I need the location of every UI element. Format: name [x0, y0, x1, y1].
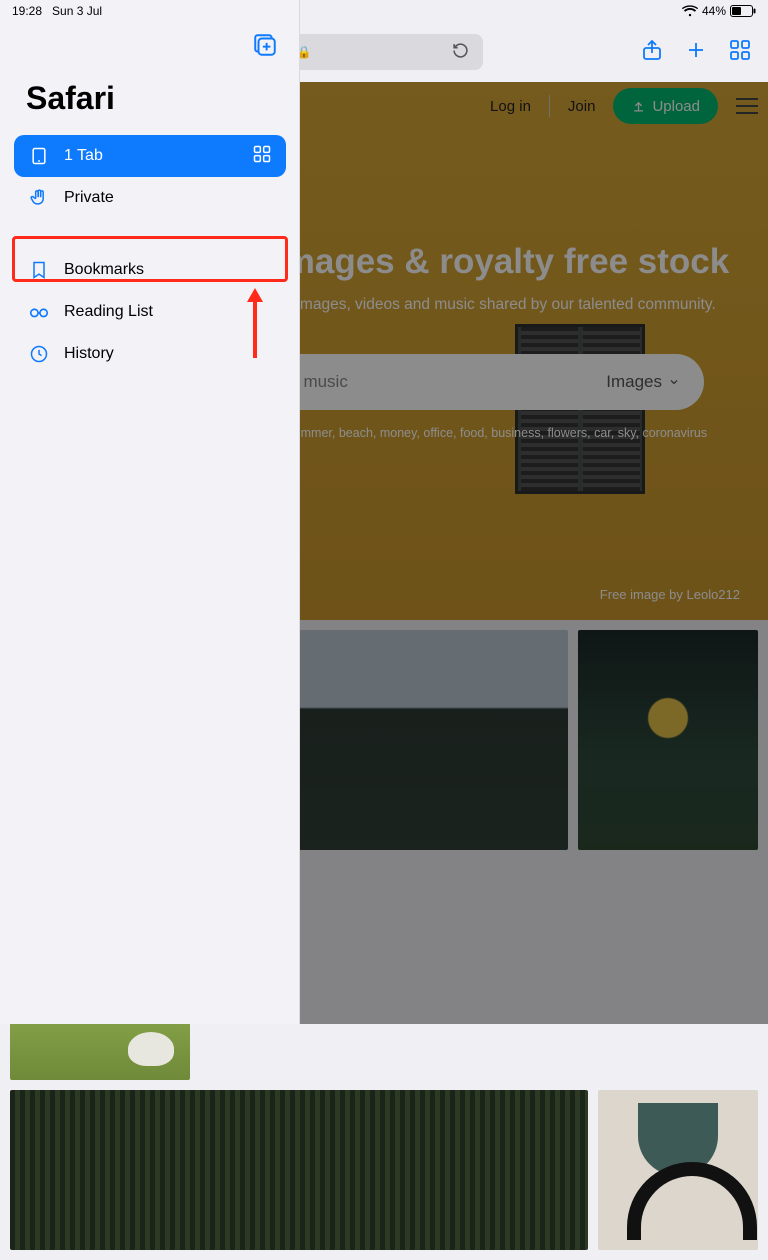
- sidebar-item-label: 1 Tab: [64, 147, 103, 165]
- annotation-arrow-icon: [244, 288, 266, 358]
- clock-icon: [28, 344, 50, 364]
- sidebar-title: Safari: [0, 72, 300, 135]
- wifi-icon: [682, 5, 698, 17]
- safari-sidebar: Safari 1 Tab Private Bookmarks: [0, 0, 300, 1024]
- sidebar-item-tabs[interactable]: 1 Tab: [14, 135, 286, 177]
- status-time: 19:28: [12, 4, 42, 18]
- sidebar-item-label: Bookmarks: [64, 261, 144, 279]
- hand-icon: [28, 188, 50, 208]
- status-bar: 19:28 Sun 3 Jul 44%: [0, 0, 768, 22]
- new-tab-group-icon[interactable]: [252, 32, 278, 63]
- battery-icon: [730, 5, 756, 17]
- reload-icon[interactable]: [452, 42, 469, 63]
- sidebar-item-label: History: [64, 345, 114, 363]
- tab-grid-icon[interactable]: [252, 144, 272, 169]
- sidebar-item-label: Reading List: [64, 303, 153, 321]
- tabs-overview-icon[interactable]: [728, 38, 752, 67]
- sidebar-item-label: Private: [64, 189, 114, 207]
- tablet-icon: [28, 146, 50, 166]
- bookmark-icon: [28, 260, 50, 280]
- share-icon[interactable]: [640, 38, 664, 67]
- sidebar-item-private[interactable]: Private: [14, 177, 286, 219]
- sidebar-item-bookmarks[interactable]: Bookmarks: [14, 249, 286, 291]
- battery-percent: 44%: [702, 4, 726, 18]
- new-tab-icon[interactable]: [684, 38, 708, 67]
- gallery-thumb[interactable]: [10, 1090, 588, 1250]
- glasses-icon: [28, 301, 50, 323]
- status-date: Sun 3 Jul: [52, 4, 102, 18]
- gallery-thumb[interactable]: [598, 1090, 758, 1250]
